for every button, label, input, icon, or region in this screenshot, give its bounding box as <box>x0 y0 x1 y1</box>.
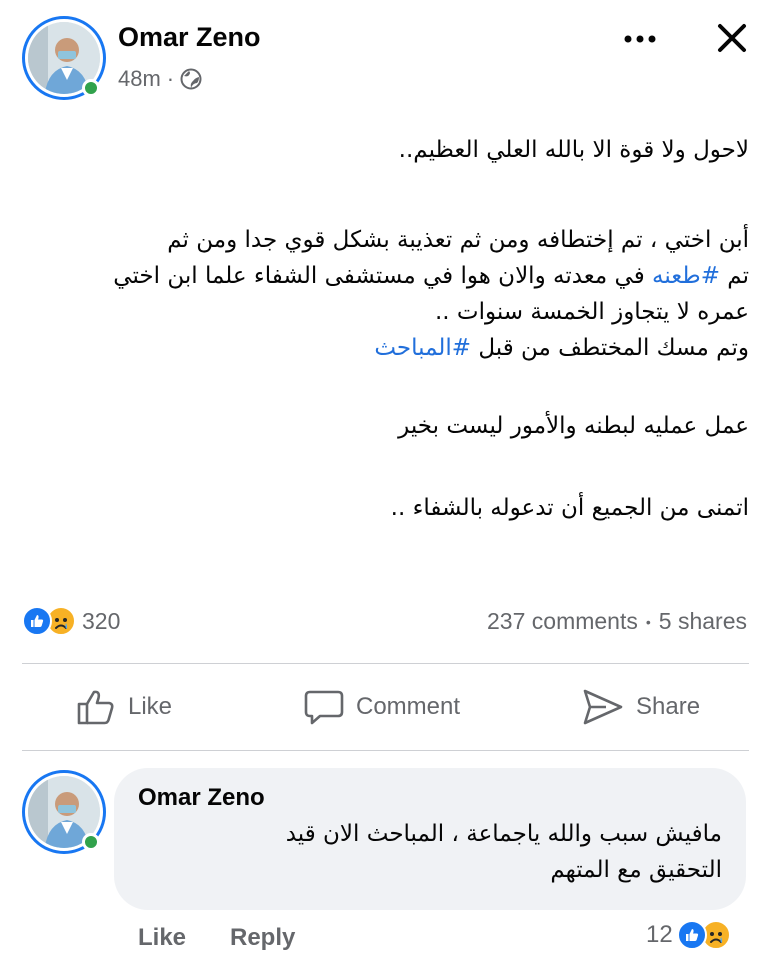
post-body: لاحول ولا قوة الا بالله العلي العظيم.. أ… <box>18 128 749 526</box>
online-status-indicator <box>82 79 100 97</box>
close-icon[interactable] <box>716 22 748 59</box>
comment-button[interactable]: Comment <box>304 688 460 726</box>
like-button[interactable]: Like <box>76 688 172 726</box>
share-label: Share <box>636 693 701 720</box>
hashtag-link[interactable]: #طعنه <box>652 263 720 289</box>
more-options-icon[interactable] <box>622 32 658 50</box>
comment-like-button[interactable]: Like <box>138 924 186 952</box>
stats-dot: • <box>645 613 651 630</box>
post-meta: 48m · <box>118 66 202 92</box>
share-button[interactable]: Share <box>582 688 700 726</box>
reaction-summary[interactable]: 320 <box>22 606 120 636</box>
online-status-indicator <box>82 833 100 851</box>
divider <box>22 663 749 664</box>
comments-count-link[interactable]: 237 comments <box>487 608 638 635</box>
like-label: Like <box>128 693 173 720</box>
post-line: أبن اختي ، تم إختطافه ومن ثم تعذيبة بشكل… <box>167 227 749 253</box>
like-reaction-icon <box>676 920 707 950</box>
comment-reply-button[interactable]: Reply <box>230 924 295 952</box>
shares-count-link[interactable]: 5 shares <box>659 608 747 635</box>
globe-icon <box>180 68 202 90</box>
post-line: وتم مسك المختطف من قبل #المباحث <box>18 330 749 366</box>
comment-bubble: Omar Zeno مافيش سبب والله ياجماعة ، المب… <box>114 768 746 910</box>
like-icon <box>76 688 116 726</box>
comment-text: مافيش سبب والله ياجماعة ، المباحث الان ق… <box>138 816 722 888</box>
comment-line: مافيش سبب والله ياجماعة ، المباحث الان ق… <box>285 821 722 847</box>
like-reaction-icon <box>22 606 52 636</box>
hashtag-link[interactable]: #المباحث <box>374 335 471 361</box>
comment-line: التحقيق مع المتهم <box>550 857 722 883</box>
share-icon <box>582 688 624 726</box>
commenter-name[interactable]: Omar Zeno <box>138 784 265 812</box>
post-time[interactable]: 48m <box>118 66 161 92</box>
post-line-rest: في معدته والان هوا في مستشفى الشفاء علما… <box>113 263 645 289</box>
comment-icon <box>304 688 344 726</box>
comment-label: Comment <box>356 693 461 720</box>
post-line: عمره لا يتجاوز الخمسة سنوات .. <box>435 299 749 325</box>
post-line: تم #طعنه في معدته والان هوا في مستشفى ال… <box>18 258 749 294</box>
post-author-name[interactable]: Omar Zeno <box>118 22 261 53</box>
reactions-count: 320 <box>82 607 121 634</box>
post-line: اتمنى من الجميع أن تدعوله بالشفاء .. <box>390 495 749 521</box>
comment-reaction-summary[interactable]: 12 <box>646 920 731 950</box>
comments-shares: 237 comments • 5 shares <box>487 608 747 635</box>
meta-separator: · <box>166 66 175 91</box>
post-line: لاحول ولا قوة الا بالله العلي العظيم.. <box>398 137 749 163</box>
post-line-prefix: تم <box>727 263 749 289</box>
divider <box>22 750 749 751</box>
comment-reaction-count: 12 <box>646 921 673 948</box>
post-line-text: وتم مسك المختطف من قبل <box>478 335 749 361</box>
post-line: عمل عمليه لبطنه والأمور ليست بخير <box>398 413 749 439</box>
